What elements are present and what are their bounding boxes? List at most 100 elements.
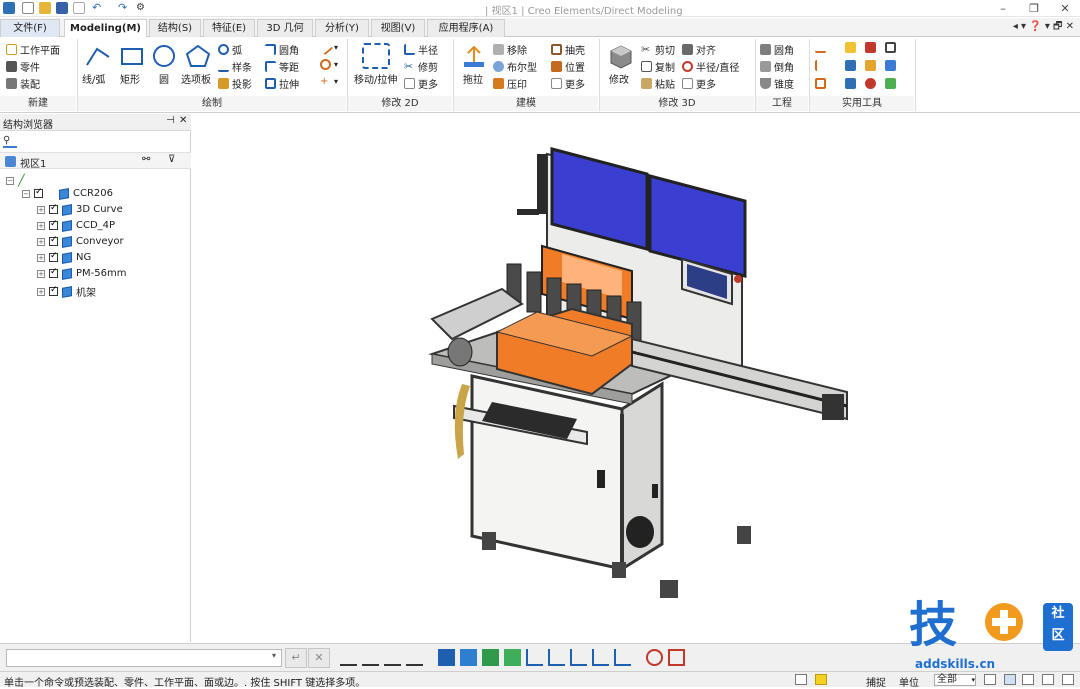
next-icon[interactable] (1062, 674, 1074, 685)
tree-node-child[interactable]: + CCD_4P (37, 219, 115, 232)
assembly-button[interactable]: 装配 (6, 76, 40, 91)
visibility-checkbox[interactable] (49, 219, 58, 230)
tree-node-child[interactable]: + Conveyor (37, 235, 124, 248)
workplane-button[interactable]: 工作平面 (6, 42, 60, 57)
status-window-icon[interactable] (1004, 674, 1016, 685)
expand-icon[interactable]: + (37, 221, 45, 230)
minimize-button[interactable]: – (992, 0, 1014, 17)
enter-button[interactable]: ↵ (285, 648, 307, 668)
visibility-checkbox[interactable] (34, 187, 43, 198)
view-axis-5-icon[interactable] (614, 649, 631, 666)
save-as-icon[interactable] (73, 2, 85, 14)
imprint-button[interactable]: 压印 (493, 76, 527, 91)
project-button[interactable]: 投影 (218, 76, 252, 91)
warning-icon[interactable] (815, 674, 827, 685)
status-tool-icon[interactable] (795, 674, 807, 685)
clash-icon[interactable] (865, 78, 876, 89)
line-tool-button[interactable]: ▾ (317, 39, 338, 56)
tab-view[interactable]: 视图(V) (371, 19, 425, 37)
collapse-icon[interactable]: − (6, 176, 14, 185)
select-all-icon[interactable] (340, 649, 357, 666)
color-icon[interactable] (865, 60, 876, 71)
fillet-2d-button[interactable]: 圆角 (265, 42, 299, 57)
pull-button[interactable]: 拖拉 (463, 71, 483, 86)
arc-button[interactable]: 弧 (218, 42, 242, 57)
check-icon[interactable] (865, 42, 876, 53)
select-arrow-icon[interactable] (845, 42, 856, 53)
point-tool-button[interactable]: + ▾ (320, 76, 338, 87)
property-icon[interactable] (845, 78, 856, 89)
position-button[interactable]: 位置 (551, 59, 585, 74)
view-axis-1-icon[interactable] (526, 649, 543, 666)
radius-2d-button[interactable]: 半径 (404, 42, 438, 57)
binoculars-icon[interactable]: ⚯ (142, 154, 150, 165)
trim-button[interactable]: ✂ 修剪 (404, 59, 438, 74)
redo-icon[interactable]: ↷ (118, 2, 130, 14)
selection-filter-icon[interactable]: ⚙ (136, 2, 148, 14)
deselect-icon[interactable] (668, 649, 685, 666)
spline-button[interactable]: 样条 (218, 59, 252, 74)
expand-icon[interactable]: + (37, 205, 45, 214)
close-button[interactable]: ✕ (1054, 0, 1076, 17)
scope-select[interactable]: 全部 ▾ (934, 674, 976, 686)
visibility-checkbox[interactable] (49, 235, 58, 246)
undo-icon[interactable]: ↶ (92, 2, 104, 14)
radius-diameter-button[interactable]: 半径/直径 (682, 59, 739, 74)
tree-node-child[interactable]: + 3D Curve (37, 203, 123, 216)
line-arc-button[interactable]: 线/弧 (82, 71, 105, 86)
rectangle-icon[interactable] (118, 43, 146, 69)
select-part-icon[interactable] (362, 649, 379, 666)
more-2d-button[interactable]: 更多 (404, 76, 438, 91)
paste-button[interactable]: 粘贴 (641, 76, 675, 91)
measure-icon[interactable] (815, 42, 826, 53)
chevron-down-icon[interactable]: ▾ (272, 651, 276, 660)
tab-applications[interactable]: 应用程序(A) (427, 19, 505, 37)
tree-node-child[interactable]: + PM-56mm (37, 267, 126, 280)
more-3d-button[interactable]: 更多 (682, 76, 716, 91)
rectangle-button[interactable]: 矩形 (120, 71, 140, 86)
palette-icon[interactable] (184, 43, 212, 69)
more-model-button[interactable]: 更多 (551, 76, 585, 91)
app-icon[interactable] (3, 2, 15, 14)
palette-button[interactable]: 选项板 (181, 71, 211, 86)
visibility-checkbox[interactable] (49, 251, 58, 262)
restore-button[interactable]: ❐ (1023, 0, 1045, 17)
taper-button[interactable]: 锥度 (760, 76, 794, 91)
play-icon[interactable] (1042, 674, 1054, 685)
status-grid-icon[interactable] (984, 674, 996, 685)
collapse-icon[interactable]: − (22, 189, 30, 198)
pin-icon[interactable]: ⊣ (166, 115, 175, 126)
frame-icon[interactable] (885, 42, 896, 53)
grid-icon[interactable] (885, 78, 896, 89)
remove-button[interactable]: 移除 (493, 42, 527, 57)
circle-button[interactable]: 圆 (159, 71, 169, 86)
filter-icon[interactable]: ⊽ (168, 154, 175, 165)
prev-icon[interactable] (1022, 674, 1034, 685)
viewport-row[interactable]: 视区1 ⚯ ⊽ (0, 152, 191, 170)
tree-node-root[interactable]: − CCR206 (22, 187, 113, 200)
view-axis-3-icon[interactable] (570, 649, 587, 666)
tree-node-child[interactable]: + 机架 (37, 284, 96, 299)
boolean-button[interactable]: 布尔型 (493, 59, 537, 74)
fillet-3d-button[interactable]: 圆角 (760, 42, 794, 57)
layer-icon[interactable] (845, 60, 856, 71)
angle-icon[interactable] (815, 78, 826, 89)
tab-file[interactable]: 文件(F) (0, 19, 60, 37)
line-arc-icon[interactable] (84, 43, 112, 69)
new-file-icon[interactable] (22, 2, 34, 14)
3d-viewport[interactable] (192, 114, 1080, 642)
tab-features[interactable]: 特征(E) (203, 19, 255, 37)
select-edge-icon[interactable] (406, 649, 423, 666)
modify-3d-button[interactable]: 修改 (609, 71, 629, 86)
offset-button[interactable]: 等距 (265, 59, 299, 74)
expand-icon[interactable]: + (37, 237, 45, 246)
expand-icon[interactable]: + (37, 287, 45, 296)
cancel-button[interactable]: ✕ (308, 648, 330, 668)
modify-3d-icon[interactable] (607, 43, 635, 69)
help-controls[interactable]: ◂ ▾ ❓ ▾ 🗗 ✕ (1013, 19, 1074, 36)
panel-close-icon[interactable]: ✕ (179, 115, 187, 126)
expand-icon[interactable]: + (37, 269, 45, 278)
copy-button[interactable]: 复制 (641, 59, 675, 74)
chamfer-button[interactable]: 倒角 (760, 59, 794, 74)
stretch-button[interactable]: 拉伸 (265, 76, 299, 91)
